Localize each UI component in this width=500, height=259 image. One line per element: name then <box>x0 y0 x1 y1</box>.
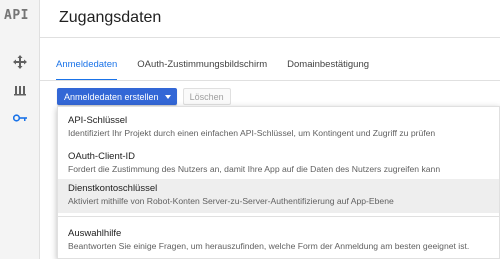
menu-item-description: Aktiviert mithilfe von Robot-Konten Serv… <box>68 196 394 206</box>
menu-item-description: Identifiziert Ihr Projekt durch einen ei… <box>68 128 436 138</box>
create-credentials-label: Anmeldedaten erstellen <box>64 91 159 102</box>
move-icon[interactable] <box>10 52 30 72</box>
menu-item-help-me-choose[interactable]: Auswahlhilfe Beantworten Sie einige Frag… <box>58 224 499 258</box>
chevron-down-icon <box>164 94 171 99</box>
menu-item-title: Dienstkontoschlüssel <box>68 183 158 194</box>
menu-item-service-account-key[interactable]: Dienstkontoschlüssel Aktiviert mithilfe … <box>58 179 499 213</box>
tab-anmeldedaten[interactable]: Anmeldedaten <box>56 59 118 81</box>
menu-item-title: API-Schlüssel <box>68 115 128 126</box>
toolbar: Anmeldedaten erstellen Löschen <box>57 88 231 105</box>
delete-button: Löschen <box>182 88 231 105</box>
tabs-divider <box>40 80 500 81</box>
page-title: Zugangsdaten <box>59 9 162 26</box>
left-rail: API <box>0 0 40 259</box>
menu-item-title: OAuth-Client-ID <box>68 151 136 162</box>
header: Zugangsdaten <box>40 0 500 38</box>
menu-item-api-key[interactable]: API-Schlüssel Identifiziert Ihr Projekt … <box>58 111 499 145</box>
create-credentials-menu: API-Schlüssel Identifiziert Ihr Projekt … <box>57 106 500 259</box>
menu-item-oauth-client-id[interactable]: OAuth-Client-ID Fordert die Zustimmung d… <box>58 147 499 181</box>
dashboard-icon[interactable] <box>10 80 30 100</box>
menu-divider <box>58 216 499 217</box>
tab-oauth-consent[interactable]: OAuth-Zustimmungsbildschirm <box>137 59 267 81</box>
menu-item-description: Beantworten Sie einige Fragen, um heraus… <box>68 241 470 251</box>
api-logo: API <box>4 8 29 23</box>
create-credentials-button[interactable]: Anmeldedaten erstellen <box>57 88 177 105</box>
tab-bar: Anmeldedaten OAuth-Zustimmungsbildschirm… <box>56 59 389 81</box>
tab-domain-verification[interactable]: Domainbestätigung <box>287 59 369 81</box>
key-icon[interactable] <box>10 108 30 128</box>
menu-item-description: Fordert die Zustimmung des Nutzers an, d… <box>68 164 441 174</box>
menu-item-title: Auswahlhilfe <box>68 228 122 239</box>
